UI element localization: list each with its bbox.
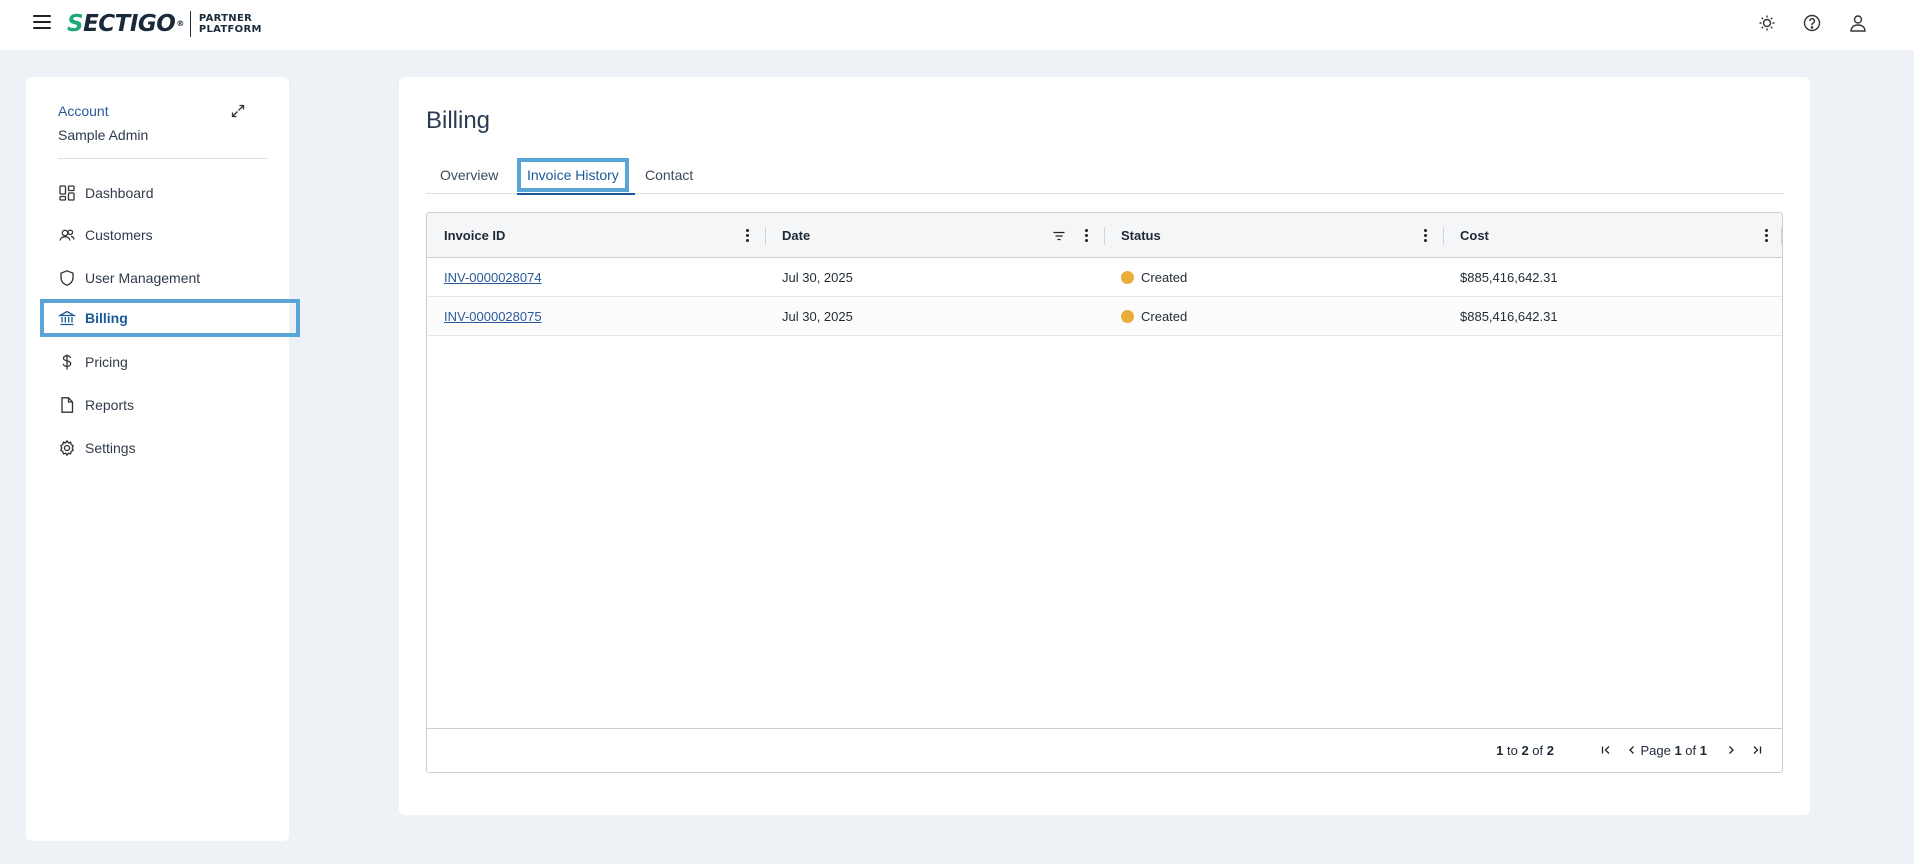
- column-header-date[interactable]: Date: [782, 213, 810, 258]
- column-separator[interactable]: [1443, 227, 1444, 245]
- filter-icon[interactable]: [1052, 229, 1066, 243]
- logo-wordmark: SECTIGO®: [67, 11, 184, 37]
- tab-contact[interactable]: Contact: [645, 156, 693, 194]
- status-dot-icon: [1121, 271, 1134, 284]
- column-separator[interactable]: [1104, 227, 1105, 245]
- invoice-link[interactable]: INV-0000028074: [444, 270, 542, 285]
- date-cell: Jul 30, 2025: [782, 270, 853, 285]
- tab-label: Contact: [645, 167, 694, 183]
- sidebar-item-label: Reports: [85, 397, 135, 413]
- tab-invoice-history[interactable]: Invoice History: [517, 156, 635, 195]
- sidebar-item-pricing[interactable]: Pricing: [58, 347, 268, 377]
- account-name: Sample Admin: [58, 127, 149, 143]
- cost-cell: $885,416,642.31: [1460, 270, 1558, 285]
- sidebar-item-label: Pricing: [85, 354, 128, 370]
- dashboard-icon: [58, 184, 76, 202]
- row-count-summary: 1 to 2 of 2: [1496, 743, 1554, 758]
- sidebar-item-label: Billing: [85, 310, 128, 326]
- expand-icon[interactable]: [230, 103, 246, 119]
- sectigo-logo: SECTIGO® PARTNER PLATFORM: [67, 10, 262, 38]
- shield-icon: [58, 269, 76, 287]
- sidebar-item-billing[interactable]: Billing: [40, 299, 300, 337]
- pagination-bar: 1 to 2 of 2 Page 1 of 1: [427, 728, 1782, 772]
- cost-cell: $885,416,642.31: [1460, 309, 1558, 324]
- help-icon[interactable]: [1802, 13, 1822, 33]
- main-content: Billing Overview Invoice History Contact…: [399, 77, 1810, 815]
- tab-overview[interactable]: Overview: [440, 156, 498, 194]
- date-cell: Jul 30, 2025: [782, 309, 853, 324]
- status-dot-icon: [1121, 310, 1134, 323]
- invoice-grid: Invoice ID Date Status Cost INV-00000280…: [426, 212, 1783, 773]
- column-separator[interactable]: [1781, 227, 1782, 245]
- sidebar-item-label: Dashboard: [85, 185, 154, 201]
- next-page-icon[interactable]: [1724, 743, 1738, 757]
- column-menu-icon[interactable]: [1419, 228, 1431, 244]
- page-indicator: Page 1 of 1: [1640, 743, 1707, 758]
- sidebar-item-reports[interactable]: Reports: [58, 390, 268, 420]
- column-menu-icon[interactable]: [1080, 228, 1092, 244]
- sidebar-divider: [58, 158, 268, 159]
- account-label: Account: [58, 103, 109, 119]
- top-bar: SECTIGO® PARTNER PLATFORM: [0, 0, 1914, 50]
- table-row[interactable]: INV-0000028074 Jul 30, 2025 Created $885…: [427, 258, 1782, 297]
- status-cell: Created: [1121, 297, 1187, 336]
- tab-bar: Overview Invoice History Contact: [426, 156, 1784, 195]
- user-account-icon[interactable]: [1848, 13, 1868, 33]
- status-text: Created: [1141, 309, 1188, 324]
- hamburger-menu-icon[interactable]: [33, 15, 51, 31]
- invoice-link[interactable]: INV-0000028075: [444, 309, 542, 324]
- table-row[interactable]: INV-0000028075 Jul 30, 2025 Created $885…: [427, 297, 1782, 336]
- column-separator[interactable]: [765, 227, 766, 245]
- sidebar-item-settings[interactable]: Settings: [58, 433, 268, 463]
- customers-icon: [58, 226, 76, 244]
- sidebar-item-customers[interactable]: Customers: [58, 220, 268, 250]
- bank-icon: [57, 309, 77, 327]
- column-menu-icon[interactable]: [741, 228, 753, 244]
- column-header-cost[interactable]: Cost: [1460, 213, 1489, 258]
- dollar-icon: [58, 353, 76, 371]
- theme-toggle-icon[interactable]: [1757, 13, 1777, 33]
- sidebar-item-user-management[interactable]: User Management: [58, 263, 268, 293]
- logo-subtitle: PARTNER PLATFORM: [198, 13, 262, 35]
- account-info: Account Sample Admin: [58, 102, 148, 144]
- tab-label: Overview: [440, 167, 499, 183]
- sidebar-item-dashboard[interactable]: Dashboard: [58, 178, 268, 208]
- status-text: Created: [1141, 270, 1188, 285]
- column-header-invoice-id[interactable]: Invoice ID: [444, 213, 505, 258]
- sidebar-item-label: User Management: [85, 270, 201, 286]
- tab-label: Invoice History: [517, 158, 629, 192]
- sidebar: Account Sample Admin Dashboard Customers…: [26, 77, 300, 841]
- column-menu-icon[interactable]: [1760, 228, 1772, 244]
- grid-header: Invoice ID Date Status Cost: [427, 213, 1782, 258]
- logo-divider: [189, 11, 191, 37]
- first-page-icon[interactable]: [1599, 743, 1613, 757]
- tab-active-indicator: [517, 193, 635, 195]
- column-header-status[interactable]: Status: [1121, 213, 1161, 258]
- page-title: Billing: [426, 107, 491, 134]
- last-page-icon[interactable]: [1750, 743, 1764, 757]
- sidebar-item-label: Settings: [85, 440, 136, 456]
- previous-page-icon[interactable]: [1625, 743, 1639, 757]
- sidebar-item-label: Customers: [85, 227, 153, 243]
- status-cell: Created: [1121, 258, 1187, 297]
- document-icon: [58, 396, 76, 414]
- gear-icon: [58, 439, 76, 457]
